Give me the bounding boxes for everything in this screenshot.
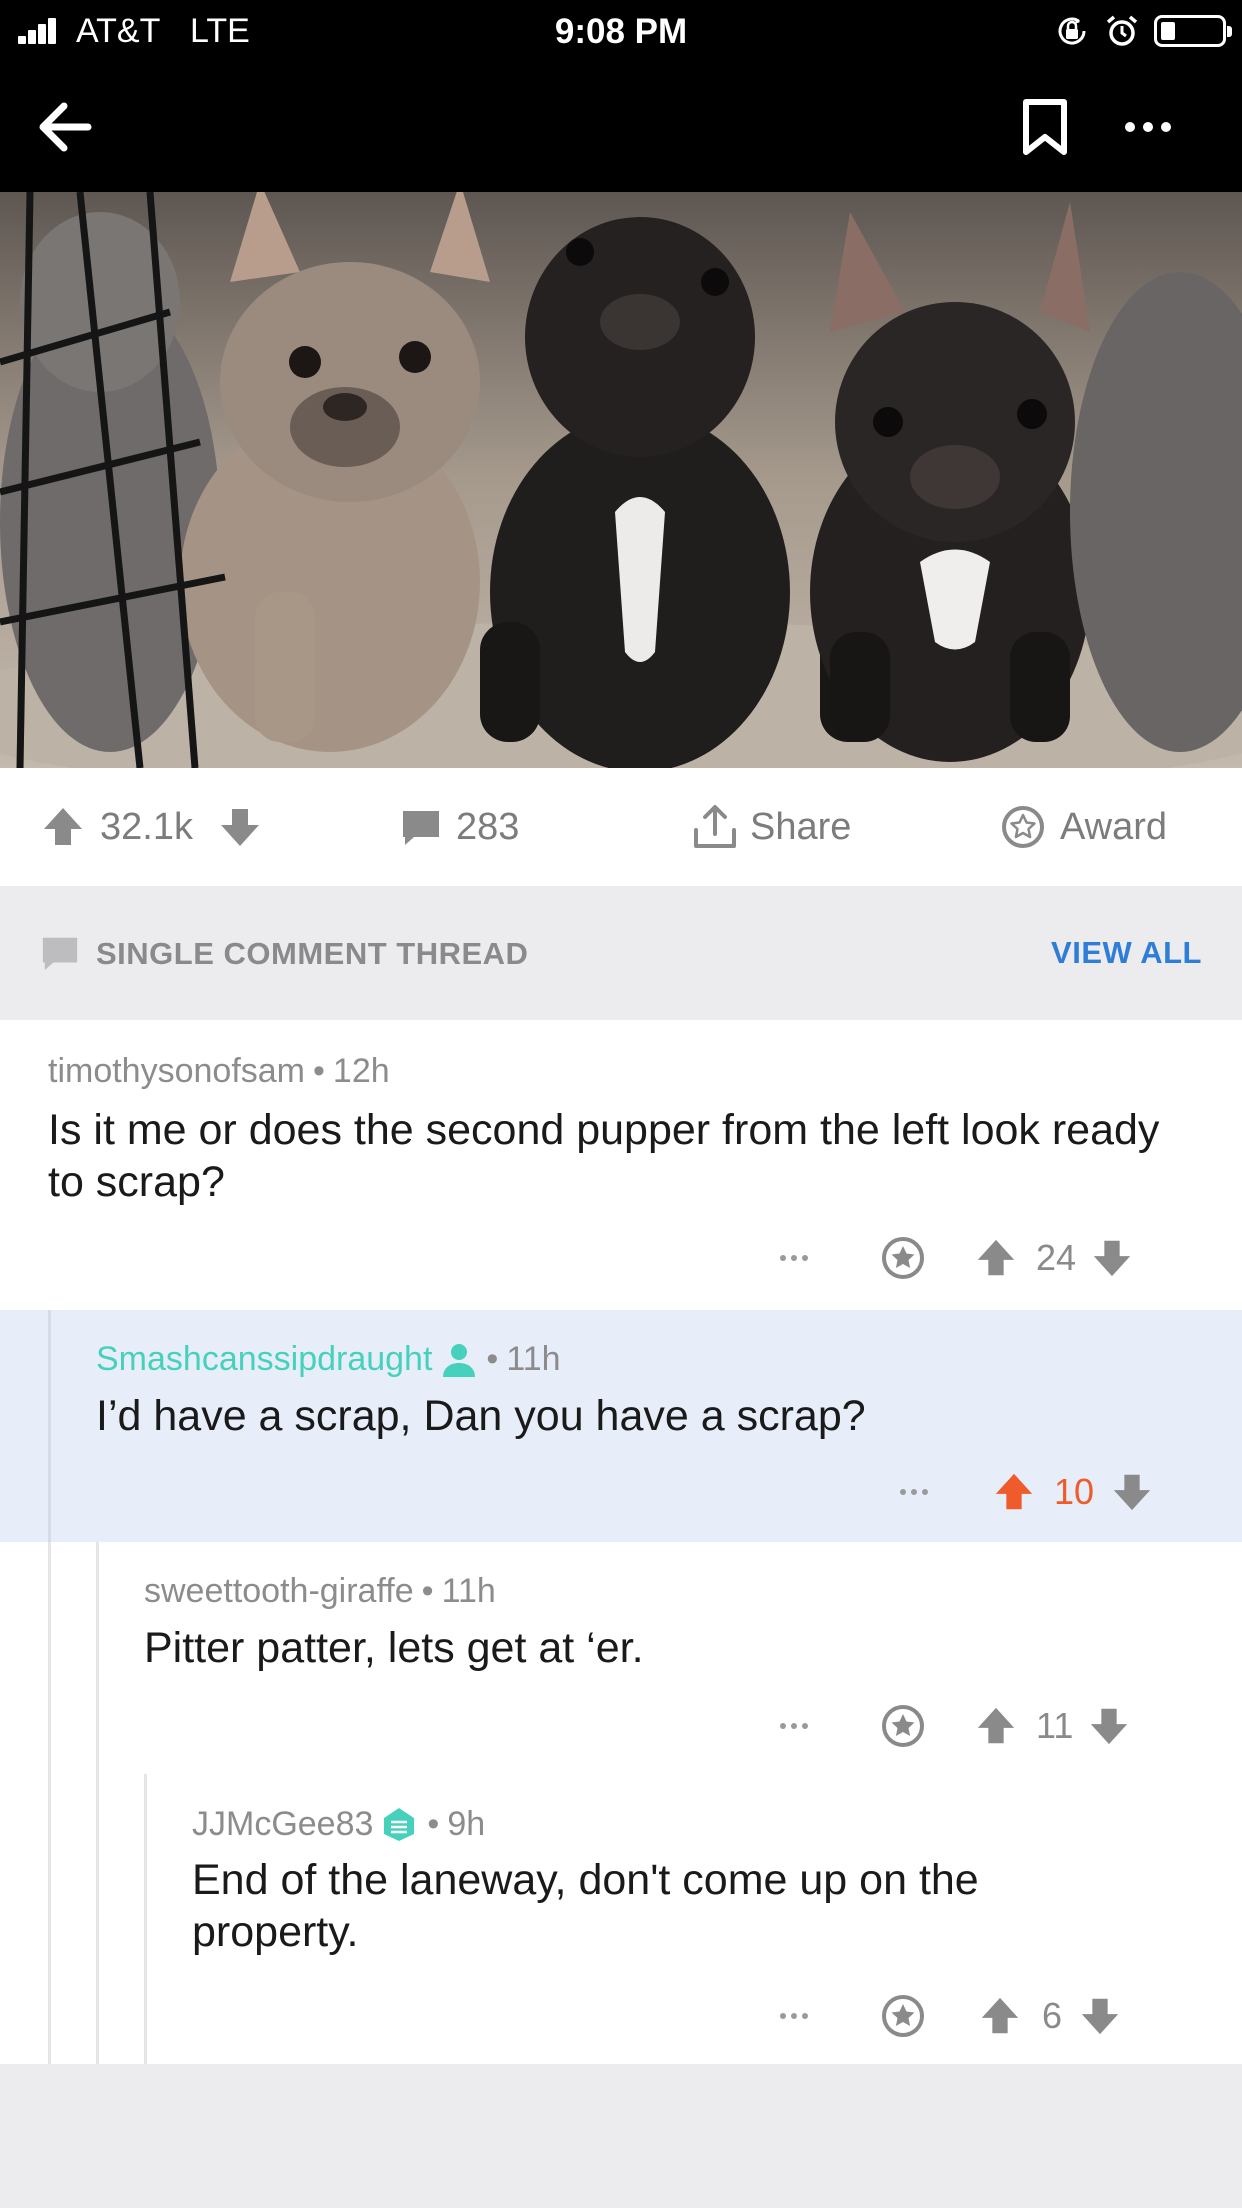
comment: sweettooth-giraffe • 11h Pitter patter, … <box>0 1542 1242 1774</box>
status-bar: AT&T LTE 9:08 PM <box>0 0 1242 62</box>
comment-icon <box>403 811 439 845</box>
comment: timothysonofsam • 12h Is it me or does t… <box>0 1020 1242 1310</box>
bookmark-button[interactable] <box>1010 92 1090 162</box>
share-label: Share <box>750 805 852 848</box>
comment-actions: 10 <box>900 1462 1154 1522</box>
vote-group: 32.1k <box>40 768 263 886</box>
thread-line <box>48 1310 51 1542</box>
award-button[interactable]: Award <box>1000 768 1167 886</box>
comment-score: 10 <box>1054 1471 1095 1512</box>
more-icon <box>780 2013 786 2019</box>
comment-actions: 6 <box>780 1986 1122 2046</box>
more-icon <box>780 1723 786 1729</box>
comment-age: 11h <box>441 1572 496 1610</box>
op-user-icon <box>443 1343 476 1377</box>
comment-body: I’d have a scrap, Dan you have a scrap? <box>96 1392 866 1440</box>
comment-meta: JJMcGee83 • 9h <box>192 1804 486 1844</box>
comment-actions: 24 <box>780 1228 1134 1288</box>
more-icon <box>900 1489 906 1495</box>
comment-author[interactable]: timothysonofsam <box>48 1052 305 1091</box>
comment-score: 11 <box>1036 1705 1074 1746</box>
upvote-icon[interactable] <box>40 804 86 850</box>
status-icons <box>1054 12 1232 50</box>
comment-meta: Smashcanssipdraught • 11h <box>96 1340 561 1379</box>
downvote-icon[interactable] <box>1110 1470 1154 1514</box>
downvote-icon[interactable] <box>217 804 263 850</box>
mod-shield-icon <box>384 1808 415 1841</box>
comment-highlighted: Smashcanssipdraught • 11h I’d have a scr… <box>0 1310 1242 1542</box>
comment-score: 6 <box>1042 1995 1063 2036</box>
comment-age: 11h <box>506 1340 561 1378</box>
downvote-icon[interactable] <box>1090 1236 1134 1280</box>
more-icon <box>1125 122 1135 132</box>
post-image[interactable] <box>0 192 1242 768</box>
comment-actions: 11 <box>780 1696 1131 1756</box>
share-button[interactable]: Share <box>690 768 851 886</box>
comment-more-button[interactable] <box>780 1255 808 1261</box>
comment-age: 12h <box>332 1052 390 1090</box>
comment-author[interactable]: JJMcGee83 <box>192 1805 373 1844</box>
comment-body: Is it me or does the second pupper from … <box>48 1106 1160 1206</box>
thread-header: SINGLE COMMENT THREAD VIEW ALL <box>0 886 1242 1020</box>
empty-footer-area <box>0 2064 1242 2208</box>
award-label: Award <box>1060 805 1168 848</box>
thread-title: SINGLE COMMENT THREAD <box>96 936 529 971</box>
comment-body: Pitter patter, lets get at ‘er. <box>144 1624 644 1672</box>
battery-icon <box>1154 15 1232 47</box>
award-icon[interactable] <box>880 1235 926 1281</box>
thread-line <box>144 1774 147 2064</box>
comment-meta: timothysonofsam • 12h <box>48 1052 390 1091</box>
thread-line <box>48 1774 51 2064</box>
post-score: 32.1k <box>100 805 193 848</box>
thread-line <box>96 1774 99 2064</box>
downvote-icon[interactable] <box>1087 1704 1131 1748</box>
more-icon <box>780 1255 786 1261</box>
award-icon <box>1002 806 1044 848</box>
upvote-icon[interactable] <box>974 1704 1018 1748</box>
downvote-icon[interactable] <box>1078 1994 1122 2038</box>
upvote-icon[interactable] <box>978 1994 1022 2038</box>
award-icon[interactable] <box>880 1703 926 1749</box>
comment-age: 9h <box>447 1804 486 1843</box>
award-icon[interactable] <box>880 1993 926 2039</box>
thread-line <box>48 1542 51 1774</box>
thread-line <box>96 1542 99 1774</box>
back-button[interactable] <box>30 92 110 162</box>
comments-button[interactable]: 283 <box>400 768 519 886</box>
comment-more-button[interactable] <box>900 1489 928 1495</box>
comment-author[interactable]: sweettooth-giraffe <box>144 1572 414 1611</box>
comment-meta: sweettooth-giraffe • 11h <box>144 1572 496 1611</box>
alarm-icon <box>1106 15 1138 46</box>
back-arrow-icon <box>39 102 92 152</box>
comment-body: End of the laneway, don't come up on the… <box>192 1856 979 1956</box>
comment-thread-icon <box>42 937 78 971</box>
post-action-bar: 32.1k 283 Share Award <box>0 768 1242 886</box>
puppies-photo <box>0 192 1242 768</box>
view-all-link[interactable]: VIEW ALL <box>1051 935 1202 971</box>
comment-more-button[interactable] <box>780 1723 808 1729</box>
comment-more-button[interactable] <box>780 2013 808 2019</box>
share-icon <box>694 805 736 848</box>
more-options-button[interactable] <box>1108 102 1188 152</box>
bookmark-icon <box>1023 99 1067 155</box>
comment-score: 24 <box>1036 1237 1077 1278</box>
comment: JJMcGee83 • 9h End of the laneway, don't… <box>0 1774 1242 2064</box>
comment-author[interactable]: Smashcanssipdraught <box>96 1340 432 1379</box>
upvote-icon[interactable] <box>992 1470 1036 1514</box>
nav-bar <box>0 62 1242 192</box>
comments-count: 283 <box>456 805 520 848</box>
rotation-lock-icon <box>1058 17 1086 45</box>
upvote-icon[interactable] <box>974 1236 1018 1280</box>
